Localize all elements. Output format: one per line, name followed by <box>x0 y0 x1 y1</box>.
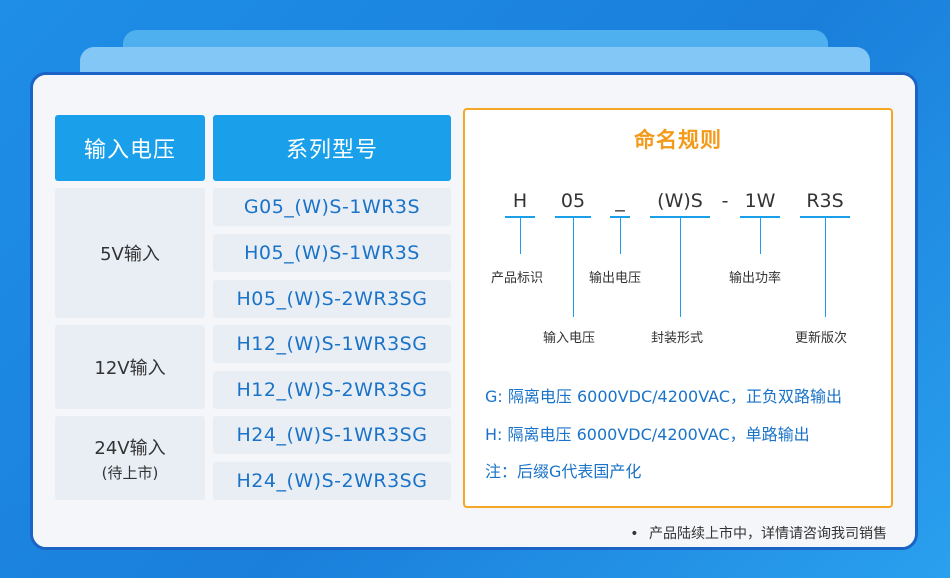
group-label: 12V输入 <box>94 358 166 379</box>
group-24v: 24V输入 (待上市) <box>55 416 205 500</box>
connector-line <box>573 218 574 317</box>
note-h-series: H: 隔离电压 6000VDC/4200VAC，单路输出 <box>485 425 810 444</box>
segment-1w: 1W <box>744 190 776 212</box>
group-12v: 12V输入 <box>55 325 205 409</box>
segment-ws: (W)S <box>657 190 703 212</box>
segment-05: 05 <box>560 190 586 212</box>
label-version: 更新版次 <box>795 331 848 346</box>
segment-dash: - <box>721 190 729 212</box>
header-series-model: 系列型号 <box>213 115 451 181</box>
header-input-voltage: 输入电压 <box>55 115 205 181</box>
label-output-power: 输出功率 <box>729 271 782 286</box>
connector-line <box>825 218 826 317</box>
model-cell: H12_(W)S-2WR3SG <box>213 371 451 409</box>
naming-rule-title: 命名规则 <box>634 128 722 152</box>
label-product-id: 产品标识 <box>491 271 544 286</box>
note-suffix-g: 注：后缀G代表国产化 <box>485 462 642 481</box>
segment-underscore: _ <box>615 190 625 212</box>
model-cell: H12_(W)S-1WR3SG <box>213 325 451 363</box>
segment-h: H <box>512 190 528 212</box>
model-cell: H24_(W)S-1WR3SG <box>213 416 451 454</box>
model-cell: H24_(W)S-2WR3SG <box>213 462 451 500</box>
footer-text: 产品陆续上市中，详情请咨询我司销售 <box>649 526 887 542</box>
segment-r3s: R3S <box>806 190 844 212</box>
group-sub-label: (待上市) <box>101 463 159 482</box>
model-cell: G05_(W)S-1WR3S <box>213 188 451 226</box>
label-package: 封装形式 <box>651 331 704 346</box>
group-label: 5V输入 <box>100 244 160 265</box>
model-cell: H05_(W)S-2WR3SG <box>213 280 451 318</box>
bullet-icon: • <box>630 526 639 542</box>
model-cell: H05_(W)S-1WR3S <box>213 234 451 272</box>
label-input-voltage: 输入电压 <box>543 331 596 346</box>
connector-line <box>680 218 681 317</box>
info-card: 输入电压 系列型号 5V输入 12V输入 24V输入 (待上市) G05_(W)… <box>30 72 918 550</box>
group-label: 24V输入 <box>94 437 166 459</box>
note-g-series: G: 隔离电压 6000VDC/4200VAC，正负双路输出 <box>485 387 842 406</box>
group-5v: 5V输入 <box>55 188 205 318</box>
card-body: 输入电压 系列型号 5V输入 12V输入 24V输入 (待上市) G05_(W)… <box>33 75 915 547</box>
connector-line <box>760 218 761 254</box>
connector-line <box>520 218 521 254</box>
label-output-voltage: 输出电压 <box>589 271 642 286</box>
footer-note: • 产品陆续上市中，详情请咨询我司销售 <box>630 523 887 543</box>
naming-rule-panel: 命名规则 H 05 _ (W)S - 1W R3S 产品标识 输出电压 输出功率… <box>463 108 893 508</box>
connector-line <box>620 218 621 254</box>
